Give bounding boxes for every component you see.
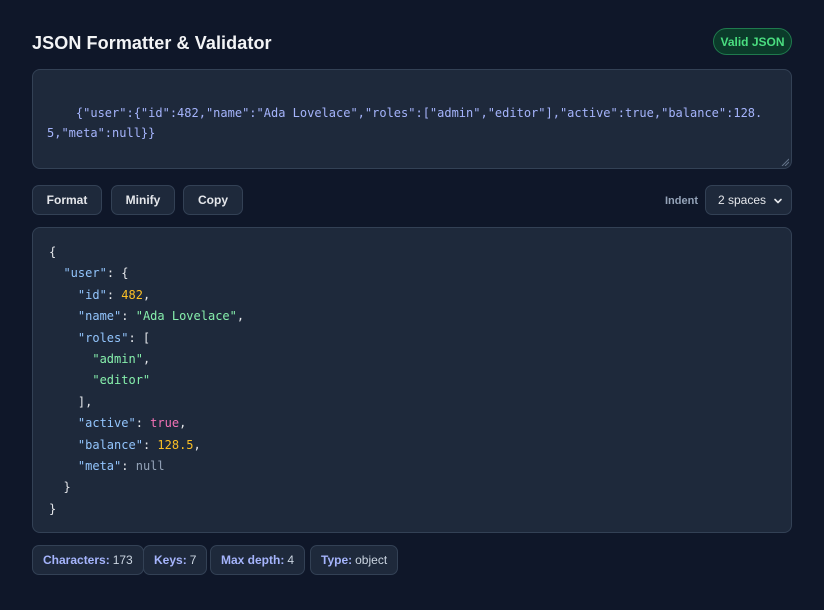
format-button[interactable]: Format [32,185,102,215]
json-key: "active" [77,416,136,431]
json-key: "user" [63,266,107,281]
output-line: "editor" [49,370,775,391]
json-punctuation: : { [106,266,129,281]
stat-type-value: object [355,553,388,567]
indent-select[interactable]: 2 spaces [705,185,792,215]
stat-type: Type: object [310,545,399,575]
stat-max-depth-value: 4 [287,553,295,567]
formatted-output-panel: { "user": { "id": 482, "name": "Ada Love… [32,227,792,533]
output-line: "active": true, [49,413,775,434]
json-punctuation: { [49,245,57,259]
json-key: "balance" [77,437,143,452]
stat-max-depth: Max depth: 4 [210,545,306,575]
stat-max-depth-label: Max depth: [221,553,285,567]
chevron-down-icon [774,198,782,204]
page-title: JSON Formatter & Validator [32,33,272,53]
output-line: } [49,477,775,498]
json-number: 128.5 [157,437,194,452]
json-key: "name" [77,309,122,324]
stat-keys-label: Keys: [154,553,187,567]
json-string: "admin" [92,351,143,366]
json-punctuation: : [121,309,136,324]
output-line: "admin", [49,349,775,370]
stat-keys: Keys: 7 [143,545,208,575]
minify-button[interactable]: Minify [111,185,175,215]
json-punctuation: , [193,437,201,452]
json-punctuation [49,416,78,430]
json-key: "id" [77,287,107,302]
json-boolean: true [150,416,180,431]
json-punctuation: : [ [128,330,151,345]
indent-label: Indent [665,195,698,207]
json-key: "meta" [77,458,122,473]
json-punctuation: : [142,437,158,452]
valid-status-badge: Valid JSON [713,28,792,55]
json-punctuation: } [49,480,71,495]
output-line: "balance": 128.5, [49,435,775,456]
stat-characters-value: 173 [112,553,133,567]
json-punctuation [49,459,78,473]
output-line: "id": 482, [49,285,775,306]
json-punctuation [49,373,92,387]
json-number: 482 [121,287,143,302]
json-punctuation [49,309,78,323]
json-string: "Ada Lovelace" [135,309,237,324]
json-input-value: {"user":{"id":482,"name":"Ada Lovelace",… [47,105,763,141]
json-input-textarea[interactable]: {"user":{"id":482,"name":"Ada Lovelace",… [32,69,792,169]
output-line: "name": "Ada Lovelace", [49,306,775,327]
json-punctuation: : [121,458,136,473]
output-line: { [49,242,775,263]
output-line: ], [49,392,775,413]
json-punctuation [49,266,63,280]
output-line: } [49,499,775,520]
json-formatter-app: JSON Formatter & Validator Valid JSON {"… [0,0,824,610]
json-punctuation: , [142,287,151,302]
json-punctuation: : [106,287,122,302]
stat-characters-label: Characters: [43,553,110,567]
json-key: "roles" [77,330,129,345]
stat-characters: Characters: 173 [32,545,144,575]
stat-type-label: Type: [321,553,353,567]
json-punctuation: , [142,351,151,366]
json-punctuation: : [135,416,151,431]
stat-keys-value: 7 [189,553,197,567]
indent-select-value: 2 spaces [718,193,767,207]
json-punctuation: , [179,416,187,431]
json-punctuation: ], [49,394,93,409]
json-punctuation [49,438,78,452]
json-punctuation: , [236,309,245,324]
json-punctuation: } [49,501,57,516]
output-line: "user": { [49,263,775,284]
json-null: null [135,458,165,473]
json-punctuation [49,288,78,302]
json-string: "editor" [92,373,151,388]
output-line: "meta": null [49,456,775,477]
resize-handle-icon[interactable] [781,158,789,166]
copy-button[interactable]: Copy [183,185,243,215]
json-punctuation [49,352,92,366]
json-punctuation [49,331,78,345]
output-line: "roles": [ [49,328,775,349]
